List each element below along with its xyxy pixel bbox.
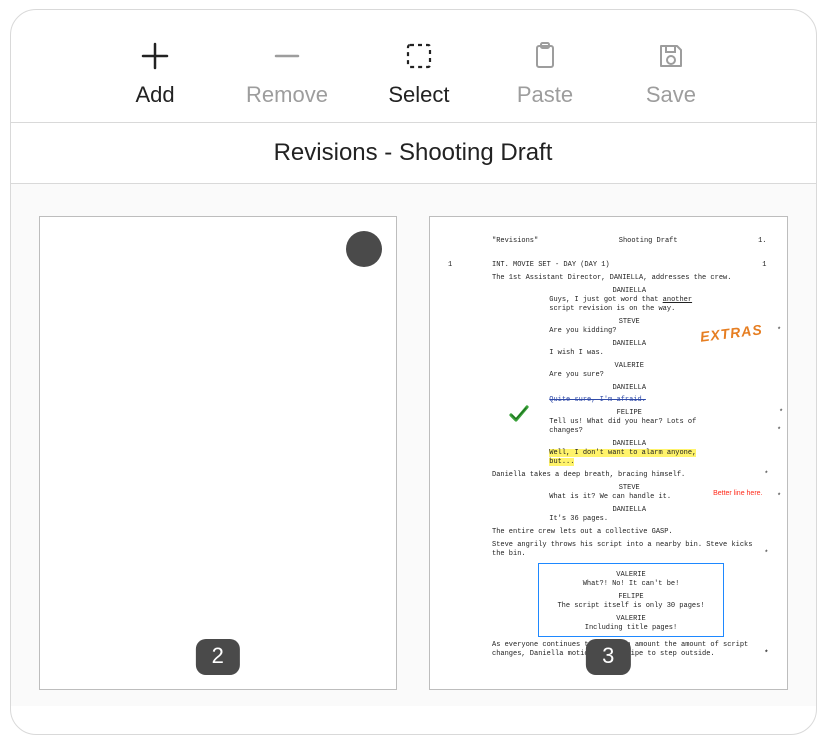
action-line: The entire crew lets out a collective GA… — [492, 528, 767, 537]
page-thumbnails-area: 2 "Revisions" Shooting Draft 1. 1 1 INT.… — [11, 184, 816, 706]
dialogue-line: It's 36 pages. — [549, 515, 709, 524]
character-cue: DANIELLA — [509, 506, 749, 515]
toolbar-label: Select — [388, 82, 449, 108]
clipboard-icon — [527, 38, 563, 74]
dialogue-line: Including title pages! — [545, 624, 717, 633]
plus-icon — [137, 38, 173, 74]
action-line: The 1st Assistant Director, DANIELLA, ad… — [492, 274, 767, 283]
select-button[interactable]: Select — [384, 38, 454, 108]
character-cue: STEVE — [509, 318, 749, 327]
paste-button[interactable]: Paste — [510, 38, 580, 108]
page-thumbnail-2[interactable]: 2 — [39, 216, 398, 690]
header-left: "Revisions" — [492, 237, 538, 246]
toolbar-label: Paste — [517, 82, 573, 108]
annotation-box: VALERIE What?! No! It can't be! FELIPE T… — [538, 563, 724, 637]
action-line: Steve angrily throws his script into a n… — [492, 541, 767, 559]
header-center: Shooting Draft — [619, 237, 678, 246]
dialogue-line: Are you kidding?* — [549, 327, 709, 336]
annotation-note: Better line here. — [713, 489, 762, 498]
minus-icon — [269, 38, 305, 74]
dialogue-line: Tell us! What did you hear? Lots of chan… — [549, 418, 709, 436]
character-cue: DANIELLA — [509, 287, 749, 296]
toolbar-label: Save — [646, 82, 696, 108]
page-thumbnail-3[interactable]: "Revisions" Shooting Draft 1. 1 1 INT. M… — [429, 216, 788, 690]
add-button[interactable]: Add — [120, 38, 190, 108]
floppy-disk-icon — [653, 38, 689, 74]
toolbar-label: Remove — [246, 82, 328, 108]
remove-button[interactable]: Remove — [246, 38, 328, 108]
character-cue: VALERIE — [545, 571, 717, 580]
script-header: "Revisions" Shooting Draft 1. — [492, 237, 767, 246]
dialogue-line: Guys, I just got word that another scrip… — [549, 296, 709, 314]
page-number-badge: 3 — [586, 639, 630, 675]
character-cue: VALERIE — [545, 615, 717, 624]
dialogue-line: Are you sure? — [549, 371, 709, 380]
checkmark-icon — [508, 403, 530, 425]
header-right: 1. — [758, 237, 766, 246]
dialogue-line: What is it? We can handle it.* — [549, 493, 709, 502]
slugline: INT. MOVIE SET - DAY (DAY 1) — [492, 261, 767, 270]
dialogue-line: The script itself is only 30 pages! — [545, 602, 717, 611]
character-cue: FELIPE — [545, 593, 717, 602]
dialogue-line-struck: Quite sure, I'm afraid. — [549, 393, 709, 405]
toolbar-label: Add — [135, 82, 174, 108]
character-cue: FELIPE* — [509, 409, 749, 418]
character-cue: DANIELLA — [509, 384, 749, 393]
toolbar: Add Remove Select Paste Save — [11, 10, 816, 123]
page-title: Revisions - Shooting Draft — [11, 123, 816, 184]
script-content: "Revisions" Shooting Draft 1. 1 1 INT. M… — [430, 217, 787, 689]
character-cue: VALERIE — [509, 362, 749, 371]
action-line: Daniella takes a deep breath, bracing hi… — [492, 471, 767, 480]
page-number-badge: 2 — [196, 639, 240, 675]
save-button[interactable]: Save — [636, 38, 706, 108]
dialogue-line: I wish I was. — [549, 349, 709, 358]
character-cue: DANIELLA — [509, 440, 749, 449]
script-body: INT. MOVIE SET - DAY (DAY 1) The 1st Ass… — [492, 261, 767, 662]
scene-number-left: 1 — [448, 261, 452, 270]
window-card: Add Remove Select Paste Save — [10, 9, 817, 735]
dialogue-line-highlighted: Well, I don't want to alarm anyone, but.… — [549, 449, 709, 467]
marker-dot-icon — [346, 231, 382, 267]
selection-icon — [401, 38, 437, 74]
dialogue-line: What?! No! It can't be! — [545, 580, 717, 589]
